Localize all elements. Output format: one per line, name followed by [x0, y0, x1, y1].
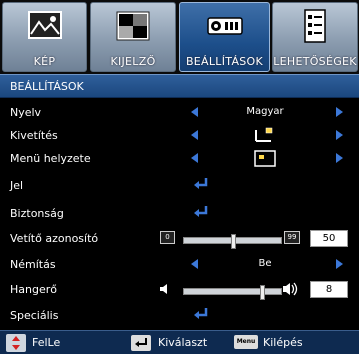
slider-min-label: 0	[160, 231, 175, 244]
tab-label: KÉP	[33, 55, 56, 68]
section-title: BEÁLLÍTÁSOK	[10, 80, 84, 93]
tab-label: BEÁLLÍTÁSOK	[185, 55, 264, 68]
arrow-left-icon[interactable]	[191, 153, 198, 163]
menu-row-language[interactable]: Nyelv Magyar	[0, 101, 359, 124]
menu-row-menu-location[interactable]: Menü helyzete	[0, 147, 359, 170]
arrow-right-icon[interactable]	[336, 153, 343, 163]
speaker-high-icon	[283, 282, 298, 296]
mute-value: Be	[258, 258, 272, 269]
slider-knob[interactable]	[231, 234, 236, 249]
signal-label: Jel	[10, 179, 24, 192]
menu-row-projection[interactable]: Kivetítés	[0, 124, 359, 147]
tab-settings[interactable]: BEÁLLÍTÁSOK	[179, 2, 270, 72]
tab-options[interactable]: LEHETŐSÉGEK	[272, 2, 358, 72]
security-label: Biztonság	[10, 207, 64, 220]
speaker-low-icon	[160, 284, 167, 294]
tab-label: LEHETŐSÉGEK	[273, 55, 357, 68]
menu-row-projector-id[interactable]: Vetítő azonosító 0 99 50	[0, 227, 359, 250]
menu-row-mute[interactable]: Némítás Be	[0, 253, 359, 276]
section-header: BEÁLLÍTÁSOK	[0, 74, 359, 98]
tab-label: KIJELZŐ	[110, 55, 156, 68]
advanced-label: Speciális	[10, 309, 59, 322]
settings-menu: Nyelv Magyar Kivetítés Menü helyzete Jel…	[0, 98, 359, 330]
menu-row-security[interactable]: Biztonság	[0, 202, 359, 225]
footer-exit-label: Kilépés	[263, 336, 303, 349]
language-value: Magyar	[246, 106, 284, 117]
enter-key-icon	[131, 335, 151, 351]
volume-slider[interactable]	[183, 285, 282, 300]
footer-nav-label: FelLe	[32, 336, 61, 349]
slider-knob[interactable]	[260, 285, 265, 300]
volume-label: Hangerő	[10, 283, 57, 296]
options-icon	[304, 9, 326, 43]
projection-mode-icon	[255, 127, 273, 142]
menu-row-signal[interactable]: Jel	[0, 174, 359, 197]
osd-menu: KÉP KIJELZŐ BEÁLLÍTÁSOK LEHETŐSÉGEK BEÁL…	[0, 0, 359, 354]
projector-icon	[206, 17, 243, 35]
projector-id-value: 50	[310, 230, 348, 247]
arrow-left-icon[interactable]	[191, 130, 198, 140]
enter-icon[interactable]	[193, 307, 209, 321]
up-down-arrows-icon	[6, 334, 26, 352]
picture-icon	[27, 11, 62, 39]
footer-bar: FelLe Kiválaszt Menu Kilépés	[0, 330, 359, 354]
projector-id-label: Vetítő azonosító	[10, 232, 99, 245]
slider-max-label: 99	[284, 231, 300, 244]
enter-icon[interactable]	[193, 177, 209, 191]
tab-bar: KÉP KIJELZŐ BEÁLLÍTÁSOK LEHETŐSÉGEK	[0, 0, 359, 74]
projection-label: Kivetítés	[10, 129, 58, 142]
arrow-right-icon[interactable]	[336, 259, 343, 269]
tab-display[interactable]: KIJELZŐ	[90, 2, 176, 72]
arrow-right-icon[interactable]	[336, 107, 343, 117]
menu-key-icon: Menu	[234, 335, 258, 349]
menu-location-label: Menü helyzete	[10, 152, 91, 165]
menu-row-volume[interactable]: Hangerő 8	[0, 278, 359, 301]
tab-picture[interactable]: KÉP	[2, 2, 87, 72]
mute-label: Némítás	[10, 258, 56, 271]
arrow-right-icon[interactable]	[336, 130, 343, 140]
volume-value: 8	[310, 281, 348, 298]
arrow-left-icon[interactable]	[191, 259, 198, 269]
footer-select-label: Kiválaszt	[158, 336, 208, 349]
language-label: Nyelv	[10, 106, 42, 119]
arrow-left-icon[interactable]	[191, 107, 198, 117]
menu-row-advanced[interactable]: Speciális	[0, 304, 359, 327]
enter-icon[interactable]	[193, 205, 209, 219]
display-icon	[116, 11, 150, 41]
projector-id-slider[interactable]	[183, 234, 282, 249]
menu-position-icon	[254, 150, 276, 167]
